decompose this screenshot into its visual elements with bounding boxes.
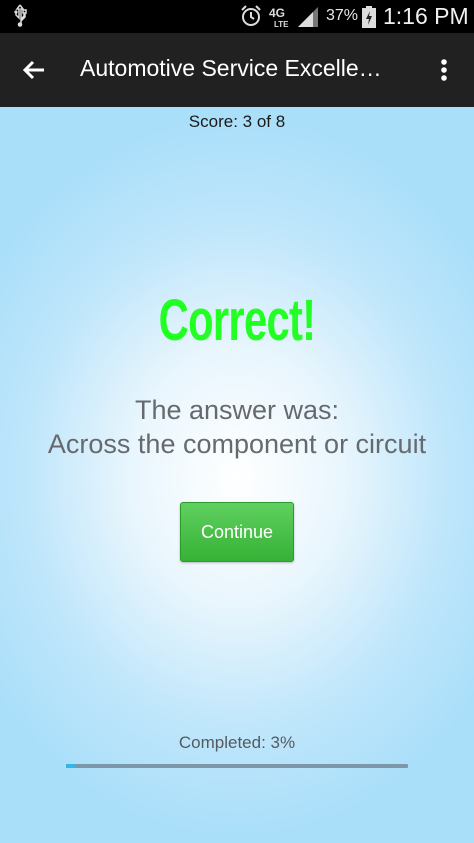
usb-icon [14, 4, 27, 27]
completed-label: Completed: 3% [178, 733, 296, 752]
answer-label: The answer was: [134, 395, 340, 425]
result-heading: Correct! [158, 288, 316, 353]
app-bar: Automotive Service Excelle… [0, 33, 474, 107]
continue-button[interactable]: Continue [180, 502, 294, 562]
svg-text:4G: 4G [269, 6, 285, 20]
battery-percent: 37% [326, 7, 359, 24]
battery-icon [362, 6, 376, 28]
arrow-left-icon[interactable] [18, 54, 50, 86]
svg-text:LTE: LTE [274, 20, 289, 29]
progress-fill [66, 764, 77, 768]
score-text: Score: 3 of 8 [188, 112, 286, 131]
alarm-icon [241, 5, 261, 26]
answer-text: Across the component or circuit [47, 429, 427, 459]
app-title: Automotive Service Excelle… [80, 55, 382, 81]
signal-icon [298, 7, 318, 27]
quiz-result-panel: Score: 3 of 8 Correct! The answer was: A… [0, 107, 474, 843]
status-bar: 4G LTE 37% 1:16 PM [0, 0, 474, 33]
4g-lte-icon: 4G LTE [269, 6, 289, 29]
more-vertical-icon[interactable] [432, 54, 456, 86]
status-time: 1:16 PM [383, 3, 469, 29]
progress-bar [66, 764, 408, 768]
